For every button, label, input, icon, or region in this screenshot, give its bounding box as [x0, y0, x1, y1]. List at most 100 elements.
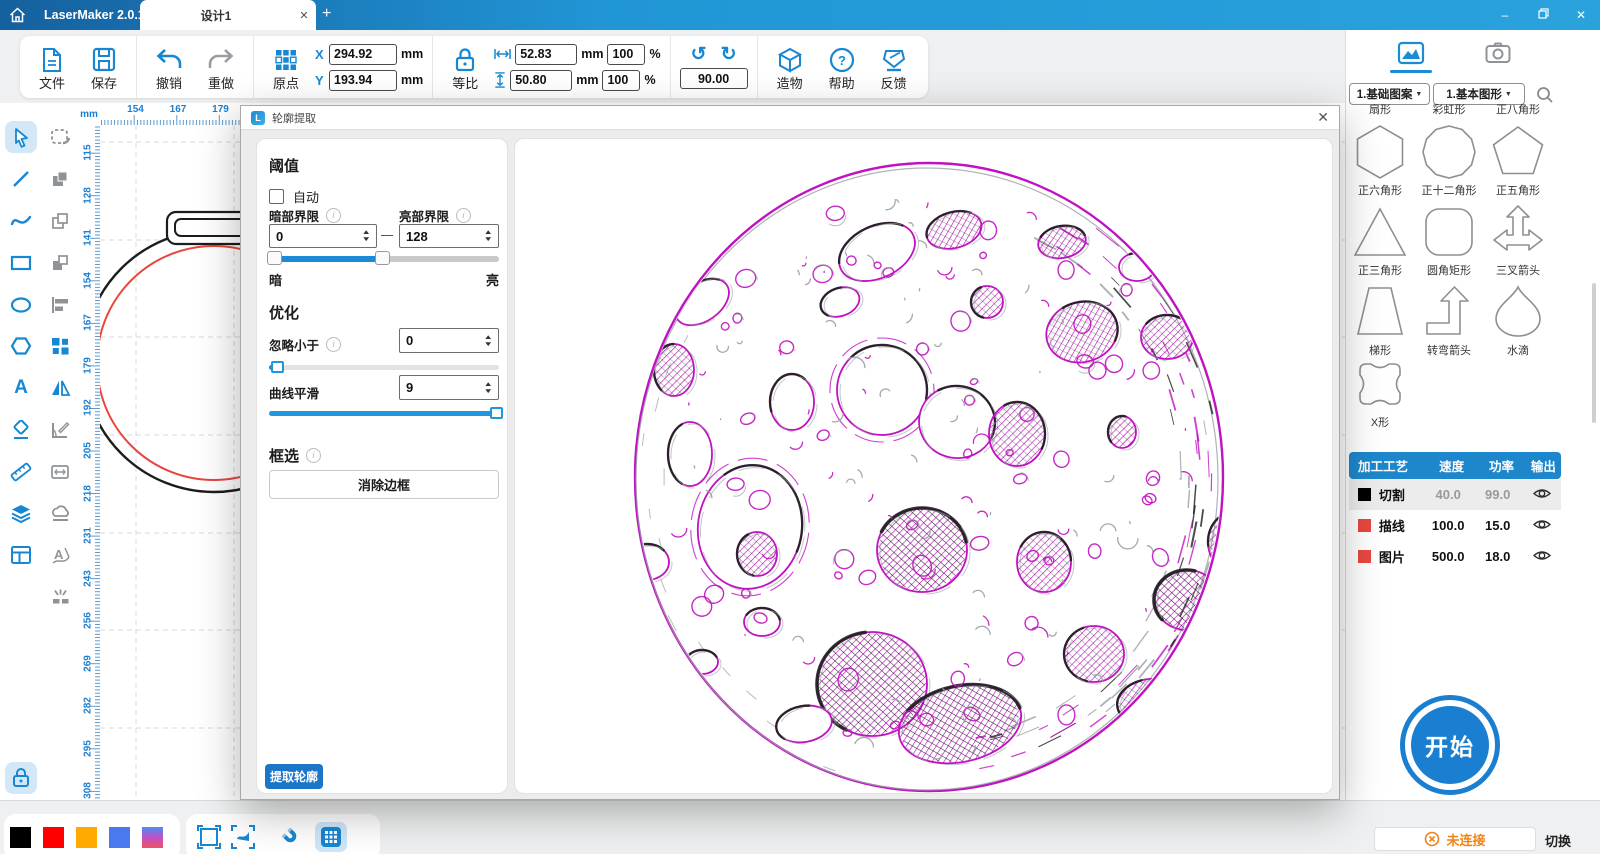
frame-select-button[interactable] — [196, 824, 222, 850]
stamp-tool[interactable] — [44, 497, 76, 529]
info-icon[interactable]: i — [306, 448, 321, 463]
swatch-orange[interactable] — [76, 827, 97, 848]
ellipse-tool[interactable] — [5, 289, 37, 321]
redo-button[interactable]: 重做 — [198, 44, 244, 91]
shape-item-hexagon[interactable] — [1348, 124, 1412, 180]
swatch-blue[interactable] — [109, 827, 130, 848]
x-position-input[interactable]: 294.92 — [329, 44, 397, 65]
bright-limit-input[interactable]: 128 ▲▼ — [399, 224, 499, 248]
process-color-swatch[interactable] — [1358, 519, 1371, 532]
minimize-button[interactable]: – — [1486, 8, 1524, 22]
rotate-ccw-icon[interactable]: ↺ — [691, 45, 707, 65]
feedback-button[interactable]: 反馈 — [871, 44, 917, 91]
align-tool[interactable] — [44, 289, 76, 321]
line-tool[interactable] — [5, 163, 37, 195]
ignore-slider-handle[interactable] — [271, 361, 284, 373]
array-tool[interactable] — [44, 330, 76, 362]
power-value[interactable]: 18.0 — [1472, 549, 1523, 564]
auto-checkbox-row[interactable]: 自动 — [269, 187, 319, 206]
shape-item-dodecagon[interactable] — [1417, 124, 1481, 180]
curve-tool[interactable] — [5, 205, 37, 237]
dark-slider-handle[interactable] — [267, 251, 282, 265]
angle-measure-tool[interactable] — [44, 414, 76, 446]
shape-search-button[interactable] — [1534, 85, 1556, 105]
ruler-tool[interactable] — [5, 456, 37, 488]
close-window-button[interactable]: ✕ — [1562, 8, 1600, 22]
bright-slider-handle[interactable] — [375, 251, 390, 265]
process-row-trace[interactable]: 描线 100.0 15.0 — [1349, 510, 1561, 541]
info-icon[interactable]: i — [326, 208, 341, 223]
file-button[interactable]: 文件 — [29, 44, 75, 91]
category-dropdown[interactable]: 1.基础图案▼ — [1349, 83, 1430, 105]
grid-toggle-button[interactable] — [318, 824, 344, 850]
eraser-tool[interactable] — [5, 414, 37, 446]
extract-contour-button[interactable]: 提取轮廓 — [265, 764, 323, 789]
save-button[interactable]: 保存 — [81, 44, 127, 91]
layers-tool[interactable] — [5, 497, 37, 529]
output-eye-icon[interactable] — [1523, 518, 1561, 534]
spinner-arrows[interactable]: ▲▼ — [481, 229, 498, 243]
shape-item-three-way-arrow[interactable] — [1486, 204, 1550, 260]
power-value[interactable]: 99.0 — [1472, 487, 1523, 502]
process-color-swatch[interactable] — [1358, 550, 1371, 563]
connection-status[interactable]: 未连接 — [1374, 827, 1536, 851]
power-value[interactable]: 15.0 — [1472, 518, 1523, 533]
width-percent-input[interactable]: 100 — [607, 44, 645, 65]
tab-camera[interactable] — [1480, 40, 1516, 66]
subcategory-dropdown[interactable]: 1.基本图形▼ — [1433, 83, 1525, 105]
swatch-gradient[interactable] — [142, 827, 163, 848]
polygon-tool[interactable] — [5, 330, 37, 362]
ignore-smaller-input[interactable]: 0 ▲▼ — [399, 328, 499, 353]
swatch-red[interactable] — [43, 827, 64, 848]
start-button[interactable]: 开始 — [1400, 695, 1500, 795]
dark-limit-input[interactable]: 0 ▲▼ — [269, 224, 377, 248]
snap-magnet-button[interactable] — [278, 824, 304, 850]
split-tool[interactable] — [44, 581, 76, 613]
dialog-titlebar[interactable]: L 轮廓提取 ✕ — [241, 106, 1339, 130]
shape-item-turn-arrow[interactable] — [1417, 284, 1481, 338]
new-tab-button[interactable]: + — [322, 0, 331, 30]
curve-smooth-input[interactable]: 9 ▲▼ — [399, 375, 499, 400]
marquee-select-tool[interactable] — [44, 121, 76, 153]
text-path-tool[interactable]: A — [44, 539, 76, 571]
speed-value[interactable]: 500.0 — [1424, 549, 1472, 564]
creation-button[interactable]: 造物 — [767, 44, 813, 91]
threshold-range-slider[interactable] — [269, 256, 499, 262]
auto-checkbox[interactable] — [269, 189, 284, 204]
dialog-close-icon[interactable]: ✕ — [1317, 109, 1329, 126]
width-input[interactable]: 52.83 — [515, 44, 577, 65]
remove-border-button[interactable]: 消除边框 — [269, 470, 499, 499]
ignore-smaller-slider[interactable] — [269, 365, 499, 370]
speed-value[interactable]: 40.0 — [1424, 487, 1472, 502]
mirror-tool[interactable] — [44, 372, 76, 404]
select-tool[interactable] — [5, 121, 37, 153]
tab-design1[interactable]: 设计1 ✕ — [140, 0, 316, 30]
info-icon[interactable]: i — [326, 337, 341, 352]
process-row-image[interactable]: 图片 500.0 18.0 — [1349, 541, 1561, 572]
panel-scrollbar[interactable] — [1592, 283, 1596, 423]
shape-item-trapezoid[interactable] — [1348, 284, 1412, 338]
height-input[interactable]: 50.80 — [510, 70, 572, 91]
shape-item-pentagon[interactable] — [1486, 124, 1550, 180]
subtract-tool[interactable] — [44, 247, 76, 279]
speed-value[interactable]: 100.0 — [1424, 518, 1472, 533]
switch-device-button[interactable]: 切换 — [1545, 831, 1571, 850]
shape-item-x-shape[interactable] — [1348, 356, 1412, 412]
origin-button[interactable]: 原点 — [263, 44, 309, 91]
height-percent-input[interactable]: 100 — [602, 70, 640, 91]
shape-item-rounded-rect[interactable] — [1417, 204, 1481, 260]
table-tool[interactable] — [5, 539, 37, 571]
info-icon[interactable]: i — [456, 208, 471, 223]
rotate-cw-icon[interactable]: ↻ — [721, 45, 737, 65]
ratio-lock-button[interactable]: 等比 — [442, 44, 488, 91]
maximize-button[interactable] — [1524, 8, 1562, 22]
tab-gallery[interactable] — [1390, 38, 1432, 68]
rotation-input[interactable]: 90.00 — [680, 68, 748, 89]
weld-tool[interactable] — [44, 163, 76, 195]
home-button[interactable] — [0, 0, 34, 30]
help-button[interactable]: ? 帮助 — [819, 44, 865, 91]
swatch-black[interactable] — [10, 827, 31, 848]
clone-tool[interactable] — [44, 205, 76, 237]
fit-selection-button[interactable] — [230, 824, 256, 850]
lock-canvas-button[interactable] — [5, 762, 37, 794]
